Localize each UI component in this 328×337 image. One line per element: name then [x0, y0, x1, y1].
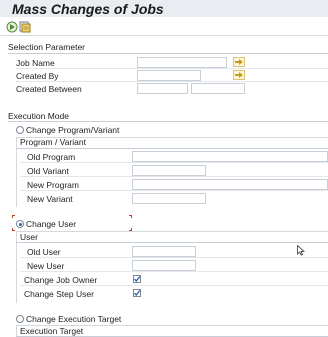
row-divider: [20, 285, 328, 286]
old-variant-field[interactable]: [132, 165, 206, 176]
job-name-select-button[interactable]: [233, 57, 245, 67]
new-variant-input[interactable]: [133, 195, 205, 204]
execution-mode-header: Execution Mode: [8, 111, 69, 121]
new-program-input[interactable]: [133, 181, 327, 190]
created-from-field[interactable]: [137, 83, 188, 94]
change-program-radio[interactable]: [16, 126, 24, 134]
group-divider: [16, 148, 328, 149]
checkmark-icon: [134, 276, 141, 283]
change-user-label[interactable]: Change User: [26, 219, 76, 229]
created-by-input[interactable]: [138, 72, 200, 81]
old-user-input[interactable]: [133, 248, 195, 257]
selection-parameter-header: Selection Parameter: [8, 42, 86, 52]
focus-corner-top-left: [12, 215, 15, 218]
user-group-title: User: [20, 232, 38, 242]
row-divider: [20, 176, 328, 177]
focus-corner-top-right: [129, 215, 132, 218]
old-user-field[interactable]: [132, 246, 196, 257]
change-target-radio[interactable]: [16, 315, 24, 323]
row-divider: [16, 81, 328, 82]
row-divider: [20, 271, 328, 272]
job-name-input[interactable]: [138, 59, 226, 68]
created-by-field[interactable]: [137, 70, 201, 81]
row-divider: [20, 162, 328, 163]
new-user-label: New User: [27, 261, 65, 271]
change-job-owner-checkbox[interactable]: [133, 275, 141, 283]
new-variant-label: New Variant: [27, 194, 73, 204]
created-by-label: Created By: [16, 71, 59, 81]
application-toolbar: [0, 17, 328, 36]
change-user-radio[interactable]: [16, 220, 24, 228]
created-by-select-button[interactable]: [233, 70, 245, 80]
execute-icon[interactable]: [6, 21, 18, 33]
save-variant-icon[interactable]: [19, 21, 31, 33]
row-divider: [20, 257, 328, 258]
old-variant-input[interactable]: [133, 167, 205, 176]
change-step-user-label: Change Step User: [24, 289, 94, 299]
execution-target-group-title: Execution Target: [20, 326, 84, 336]
page-title: Mass Changes of Jobs: [12, 1, 164, 17]
change-target-label[interactable]: Change Execution Target: [26, 314, 121, 324]
change-job-owner-label: Change Job Owner: [24, 275, 98, 285]
new-user-field[interactable]: [132, 260, 196, 271]
created-to-input[interactable]: [192, 85, 244, 94]
created-from-input[interactable]: [138, 85, 187, 94]
old-program-input[interactable]: [133, 153, 327, 162]
old-variant-label: Old Variant: [27, 166, 69, 176]
new-program-label: New Program: [27, 180, 79, 190]
section-divider: [8, 53, 328, 54]
old-program-field[interactable]: [132, 151, 328, 162]
change-program-label[interactable]: Change Program/Variant: [26, 125, 119, 135]
arrow-right-icon: [235, 72, 243, 78]
job-name-label: Job Name: [16, 58, 55, 68]
job-name-field[interactable]: [137, 57, 227, 68]
old-program-label: Old Program: [27, 152, 76, 162]
mouse-cursor-icon: [297, 244, 306, 258]
checkmark-icon: [134, 290, 141, 297]
new-variant-field[interactable]: [132, 193, 206, 204]
new-user-input[interactable]: [133, 262, 195, 271]
new-program-field[interactable]: [132, 179, 328, 190]
change-step-user-checkbox[interactable]: [133, 289, 141, 297]
created-to-field[interactable]: [191, 83, 245, 94]
row-divider: [20, 190, 328, 191]
row-divider: [16, 68, 328, 69]
old-user-label: Old User: [27, 247, 61, 257]
focus-corner-bottom-left: [12, 228, 15, 231]
created-between-label: Created Between: [16, 84, 82, 94]
program-variant-group-title: Program / Variant: [20, 137, 86, 147]
group-divider: [16, 242, 328, 243]
arrow-right-icon: [235, 59, 243, 65]
section-divider: [8, 121, 328, 122]
